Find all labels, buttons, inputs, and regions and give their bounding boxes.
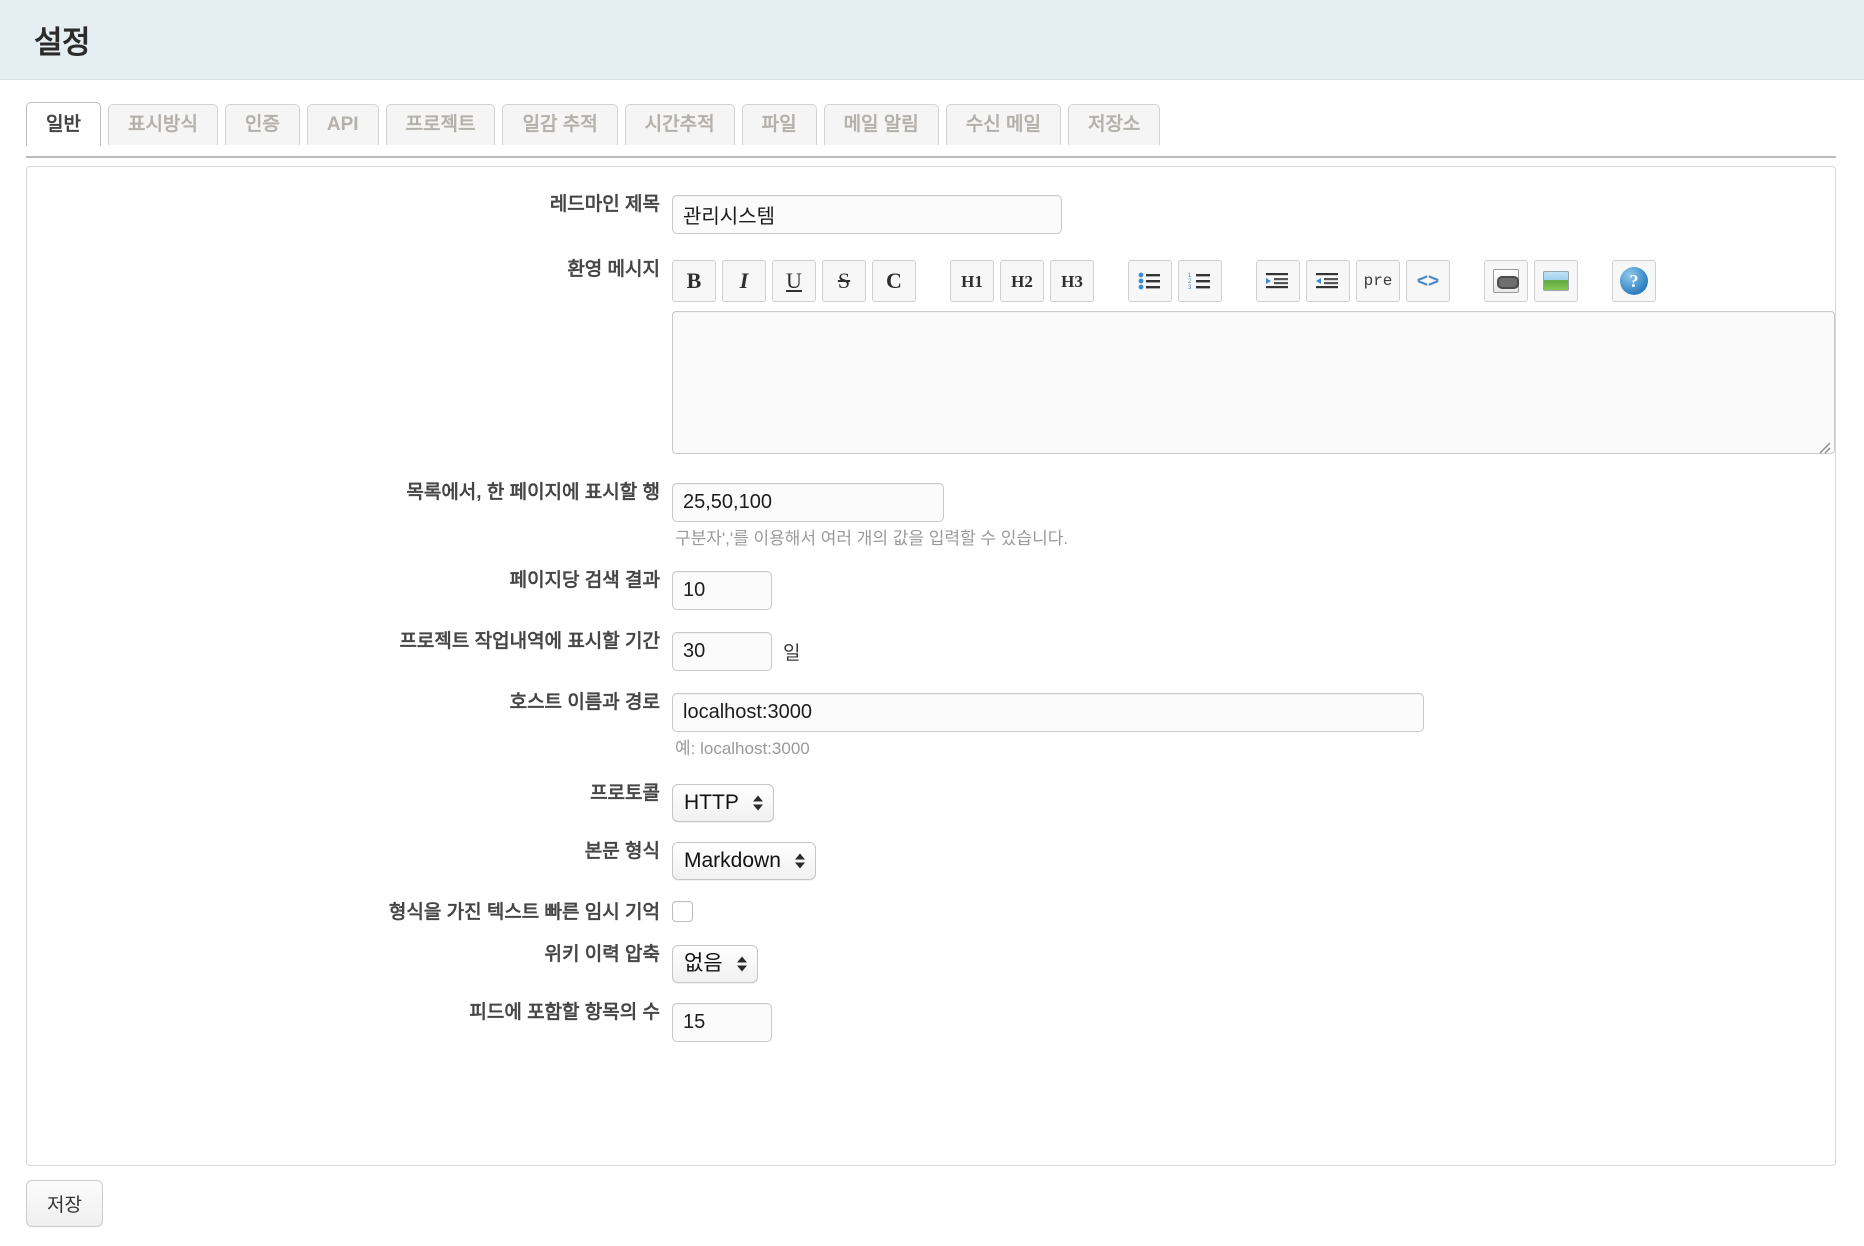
tab-general[interactable]: 일반	[26, 102, 101, 146]
insert-image-icon[interactable]	[1534, 260, 1578, 302]
label-welcome-text: 환영 메시지	[567, 259, 660, 280]
label-activity-days: 프로젝트 작업내역에 표시할 기간	[399, 631, 660, 653]
unordered-list-icon[interactable]	[1128, 260, 1172, 302]
tab-files[interactable]: 파일	[741, 104, 817, 145]
heading-1-icon[interactable]: H1	[950, 260, 994, 302]
code-block-icon[interactable]: <>	[1406, 260, 1450, 302]
settings-form-panel: 레드마인 제목 환영 메시지 B I U S C H1 H2 H3	[26, 166, 1836, 1166]
cache-formatted-text-checkbox[interactable]	[672, 901, 693, 923]
field-row-host-name: 호스트 이름과 경로 예: localhost:3000	[27, 692, 1835, 759]
label-host-name: 호스트 이름과 경로	[509, 692, 660, 714]
tab-issue-tracking[interactable]: 일감 추적	[502, 104, 618, 145]
feeds-limit-input[interactable]	[672, 1003, 772, 1043]
label-wiki-compression: 위키 이력 압축	[544, 944, 660, 966]
field-row-cache-formatted-text: 형식을 가진 텍스트 빠른 임시 기억	[27, 901, 1835, 927]
help-icon[interactable]: ?	[1612, 260, 1656, 302]
tab-projects[interactable]: 프로젝트	[385, 104, 496, 145]
tab-display[interactable]: 표시방식	[107, 104, 218, 145]
field-row-wiki-compression: 위키 이력 압축 없음	[27, 944, 1835, 984]
wiki-toolbar: B I U S C H1 H2 H3 1 2 3 pre <> ?	[672, 260, 1835, 302]
heading-2-icon[interactable]: H2	[1000, 260, 1044, 302]
settings-tabs-bar: 일반 표시방식 인증 API 프로젝트 일감 추적 시간추적 파일 메일 알림 …	[0, 80, 1864, 158]
bold-icon[interactable]: B	[672, 260, 716, 302]
field-row-per-page: 목록에서, 한 페이지에 표시할 행 구분자','를 이용해서 여러 개의 값을…	[27, 482, 1835, 549]
chevron-updown-icon	[752, 795, 763, 811]
host-name-input[interactable]	[672, 693, 1424, 733]
chevron-updown-icon	[736, 956, 747, 972]
attach-link-icon[interactable]	[1484, 260, 1528, 302]
welcome-text-textarea[interactable]	[672, 311, 1835, 454]
tab-repositories[interactable]: 저장소	[1067, 104, 1161, 145]
chevron-updown-icon	[794, 853, 805, 869]
protocol-select-value: HTTP	[684, 790, 739, 814]
activity-days-unit: 일	[783, 643, 801, 665]
tab-authentication[interactable]: 인증	[224, 104, 300, 145]
search-results-input[interactable]	[672, 571, 772, 611]
field-row-activity-days: 프로젝트 작업내역에 표시할 기간 일	[27, 631, 1835, 672]
heading-3-icon[interactable]: H3	[1050, 260, 1094, 302]
field-row-search-results: 페이지당 검색 결과	[27, 570, 1835, 611]
label-protocol: 프로토콜	[590, 782, 660, 804]
page-title: 설정	[34, 25, 91, 60]
preformatted-icon[interactable]: pre	[1356, 260, 1400, 302]
field-row-app-title: 레드마인 제목	[27, 189, 1835, 234]
field-row-protocol: 프로토콜 HTTP	[27, 782, 1835, 822]
per-page-input[interactable]	[672, 483, 944, 522]
field-row-text-formatting: 본문 형식 Markdown	[27, 840, 1835, 881]
host-name-hint: 예: localhost:3000	[675, 739, 810, 759]
label-search-results: 페이지당 검색 결과	[509, 570, 660, 592]
tab-api[interactable]: API	[306, 104, 379, 145]
label-per-page: 목록에서, 한 페이지에 표시할 행	[406, 482, 660, 503]
strikethrough-icon[interactable]: S	[822, 260, 866, 302]
activity-days-input[interactable]	[672, 632, 772, 672]
svg-text:3: 3	[1188, 285, 1192, 290]
text-formatting-select[interactable]: Markdown	[672, 841, 816, 881]
label-app-title: 레드마인 제목	[549, 194, 660, 215]
wiki-compression-select[interactable]: 없음	[672, 945, 758, 984]
tabs-underline	[26, 156, 1836, 158]
label-cache-formatted-text: 형식을 가진 텍스트 빠른 임시 기억	[388, 902, 660, 924]
page-header: 설정	[0, 0, 1864, 80]
label-feeds-limit: 피드에 포함할 항목의 수	[469, 1002, 660, 1024]
italic-icon[interactable]: I	[722, 260, 766, 302]
protocol-select[interactable]: HTTP	[672, 783, 774, 822]
tab-mail-notifications[interactable]: 메일 알림	[823, 104, 939, 145]
tab-time-tracking[interactable]: 시간추적	[624, 104, 735, 145]
text-formatting-select-value: Markdown	[684, 848, 781, 872]
wiki-compression-select-value: 없음	[684, 952, 723, 976]
form-actions: 저장	[26, 1180, 1864, 1227]
app-title-input[interactable]	[672, 195, 1062, 234]
tab-incoming-emails[interactable]: 수신 메일	[945, 104, 1061, 145]
indent-decrease-icon[interactable]	[1306, 260, 1350, 302]
indent-increase-icon[interactable]	[1256, 260, 1300, 302]
label-text-formatting: 본문 형식	[584, 840, 660, 862]
welcome-text-container	[672, 311, 1835, 459]
ordered-list-icon[interactable]: 1 2 3	[1178, 260, 1222, 302]
underline-icon[interactable]: U	[772, 260, 816, 302]
tab-list: 일반 표시방식 인증 API 프로젝트 일감 추적 시간추적 파일 메일 알림 …	[26, 100, 1864, 146]
per-page-hint: 구분자','를 이용해서 여러 개의 값을 입력할 수 있습니다.	[675, 529, 1069, 548]
inline-code-icon[interactable]: C	[872, 260, 916, 302]
field-row-feeds-limit: 피드에 포함할 항목의 수	[27, 1002, 1835, 1043]
field-row-welcome-text: 환영 메시지 B I U S C H1 H2 H3 1 2 3 pre <> ?	[27, 259, 1835, 459]
save-button[interactable]: 저장	[26, 1180, 103, 1227]
